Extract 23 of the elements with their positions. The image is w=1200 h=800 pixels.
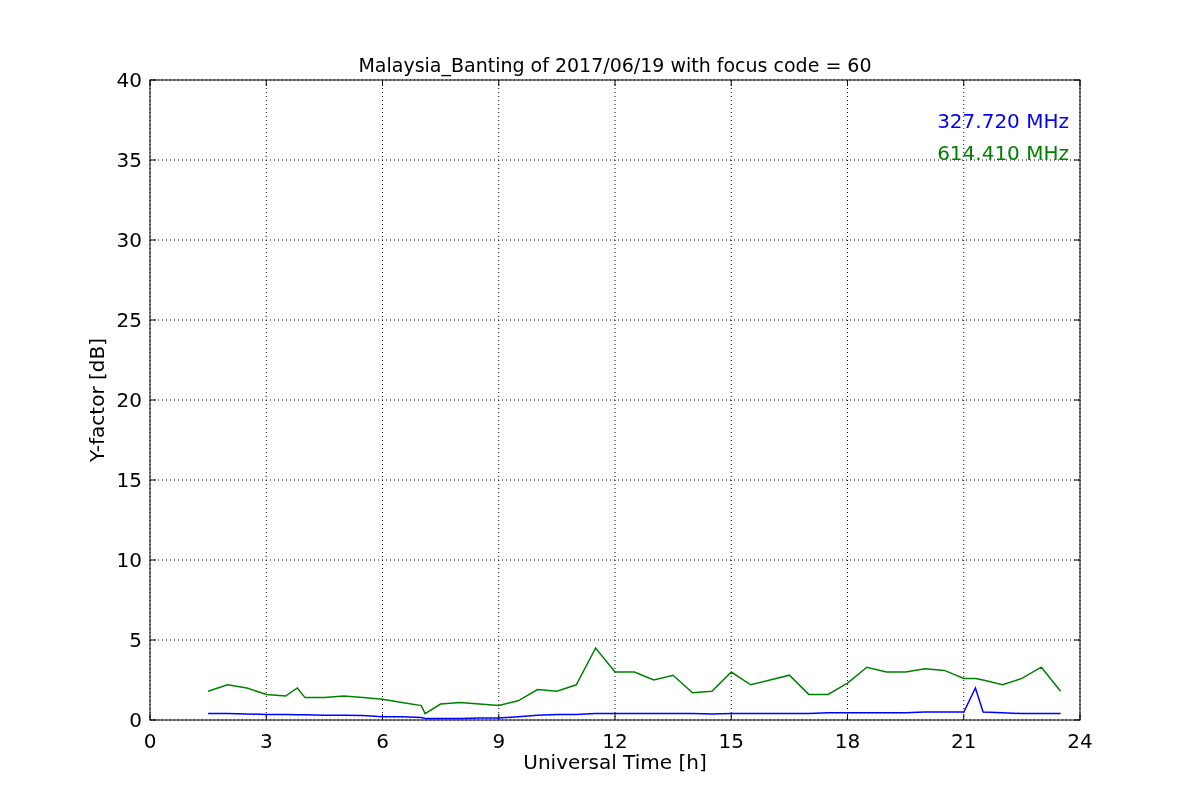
x-tick-label: 9 (492, 729, 506, 753)
x-tick-label: 21 (951, 729, 977, 753)
x-tick-label: 18 (834, 729, 861, 753)
x-tick-label: 3 (259, 729, 273, 753)
x-tick-label: 12 (602, 729, 628, 753)
chart-title: Malaysia_Banting of 2017/06/19 with focus code = 60 (358, 54, 872, 76)
x-tick-label: 24 (1067, 729, 1093, 753)
y-tick-label: 40 (116, 68, 142, 92)
y-tick-label: 35 (116, 148, 142, 172)
y-tick-label: 10 (116, 548, 142, 572)
y-tick-label: 0 (129, 708, 142, 732)
y-tick-label: 30 (116, 228, 142, 252)
y-tick-label: 25 (116, 308, 142, 332)
y-tick-label: 20 (116, 388, 142, 412)
x-tick-label: 15 (718, 729, 744, 753)
y-axis-label: Y-factor [dB] (85, 338, 109, 462)
legend-label: 614.410 MHz (937, 141, 1069, 165)
x-tick-label: 0 (143, 729, 157, 753)
x-tick-label: 6 (376, 729, 389, 753)
y-tick-label: 5 (129, 628, 142, 652)
x-axis-label: Universal Time [h] (523, 750, 707, 774)
y-tick-label: 15 (116, 468, 142, 492)
legend-label: 327.720 MHz (937, 109, 1069, 133)
